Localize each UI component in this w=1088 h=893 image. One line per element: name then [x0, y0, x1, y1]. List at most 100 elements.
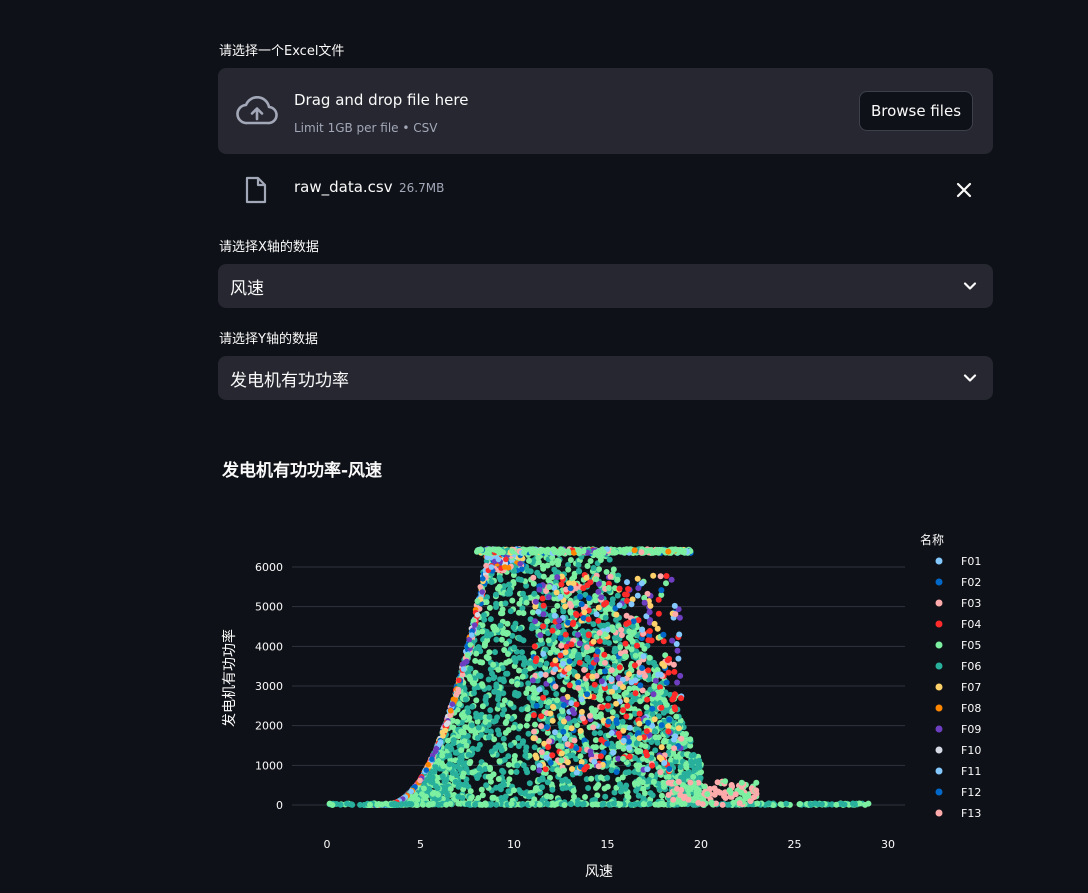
- legend-marker[interactable]: [935, 557, 943, 565]
- legend-label[interactable]: F12: [961, 786, 981, 799]
- legend-label[interactable]: F06: [961, 660, 981, 673]
- legend-marker[interactable]: [935, 746, 943, 754]
- scatter-point: [569, 640, 576, 647]
- scatter-point: [408, 792, 415, 799]
- scatter-point: [445, 720, 451, 726]
- scatter-point: [670, 764, 677, 771]
- scatter-point: [490, 555, 497, 562]
- file-dropzone[interactable]: Drag and drop file here Limit 1GB per fi…: [218, 68, 993, 154]
- scatter-point: [536, 777, 543, 783]
- scatter-point: [590, 659, 597, 666]
- scatter-point: [490, 751, 497, 758]
- scatter-point: [599, 624, 606, 631]
- legend-marker[interactable]: [935, 599, 943, 607]
- scatter-point: [365, 802, 372, 808]
- scatter-point: [432, 797, 438, 804]
- legend-marker[interactable]: [935, 641, 943, 649]
- scatter-point: [696, 784, 702, 791]
- legend-marker[interactable]: [935, 767, 943, 775]
- scatter-point: [462, 724, 469, 731]
- scatter-point: [549, 547, 556, 554]
- scatter-point: [403, 793, 409, 800]
- legend-marker[interactable]: [935, 725, 943, 733]
- scatter-point: [492, 558, 499, 564]
- scatter-point: [570, 600, 577, 607]
- scatter-point: [376, 802, 382, 808]
- scatter-point: [432, 750, 438, 756]
- scatter-point: [549, 683, 556, 689]
- scatter-point: [695, 761, 702, 768]
- scatter-point: [369, 802, 376, 808]
- scatter-point: [660, 753, 667, 760]
- scatter-point: [645, 637, 652, 644]
- scatter-point: [452, 696, 459, 703]
- scatter-point: [449, 762, 456, 769]
- scatter-point: [602, 614, 609, 621]
- scatter-point: [511, 547, 518, 554]
- legend-marker[interactable]: [935, 620, 943, 628]
- legend-label[interactable]: F07: [961, 681, 981, 694]
- scatter-point: [688, 771, 695, 778]
- legend-label[interactable]: F13: [961, 807, 981, 820]
- scatter-point: [585, 646, 591, 653]
- scatter-point: [483, 628, 490, 635]
- legend-marker[interactable]: [935, 788, 943, 796]
- y-axis-select[interactable]: 发电机有功功率: [218, 356, 993, 400]
- scatter-point: [500, 630, 507, 636]
- scatter-point: [487, 616, 494, 623]
- legend-label[interactable]: F01: [961, 555, 981, 568]
- scatter-point: [542, 770, 549, 776]
- legend-marker[interactable]: [935, 662, 943, 670]
- scatter-point: [522, 595, 529, 602]
- scatter-point: [427, 759, 433, 765]
- scatter-point: [600, 749, 607, 756]
- scatter-point: [584, 635, 591, 642]
- scatter-point: [432, 798, 439, 805]
- scatter-point: [610, 801, 617, 807]
- scatter-point: [579, 549, 586, 556]
- scatter-point: [633, 719, 640, 726]
- scatter-point: [599, 679, 606, 686]
- scatter-point: [492, 558, 498, 565]
- scatter-point: [554, 649, 561, 655]
- scatter-point: [463, 648, 469, 655]
- scatter-point: [377, 802, 384, 808]
- legend-label[interactable]: F09: [961, 723, 981, 736]
- scatter-point: [623, 612, 630, 619]
- scatter-point: [710, 801, 717, 808]
- scatter-point: [582, 548, 588, 555]
- scatter-point: [645, 734, 652, 741]
- scatter-point: [639, 642, 646, 648]
- legend-label[interactable]: F03: [961, 597, 981, 610]
- scatter-point: [602, 685, 608, 691]
- scatter-point: [654, 800, 661, 807]
- scatter-point: [598, 678, 605, 685]
- legend-marker[interactable]: [935, 704, 943, 712]
- legend-marker[interactable]: [935, 809, 943, 817]
- scatter-point: [508, 769, 515, 775]
- legend-label[interactable]: F11: [961, 765, 981, 778]
- legend-label[interactable]: F08: [961, 702, 981, 715]
- scatter-point: [399, 796, 406, 802]
- scatter-point: [668, 738, 675, 745]
- legend-label[interactable]: F05: [961, 639, 981, 652]
- scatter-point: [361, 802, 368, 808]
- scatter-point: [368, 802, 375, 808]
- scatter-point: [652, 670, 659, 677]
- browse-files-button[interactable]: Browse files: [859, 91, 973, 131]
- scatter-point: [461, 709, 468, 716]
- scatter-point: [675, 794, 682, 801]
- legend-marker[interactable]: [935, 578, 943, 586]
- legend-label[interactable]: F02: [961, 576, 981, 589]
- scatter-point: [429, 777, 435, 784]
- legend-marker[interactable]: [935, 683, 943, 691]
- legend-label[interactable]: F10: [961, 744, 981, 757]
- x-axis-select[interactable]: 风速: [218, 264, 993, 308]
- scatter-point: [494, 548, 501, 555]
- scatter-point: [466, 801, 473, 808]
- legend-label[interactable]: F04: [961, 618, 981, 631]
- remove-file-icon[interactable]: [955, 181, 973, 199]
- scatter-point: [505, 753, 512, 760]
- scatter-point: [668, 787, 675, 794]
- scatter-point: [582, 591, 589, 598]
